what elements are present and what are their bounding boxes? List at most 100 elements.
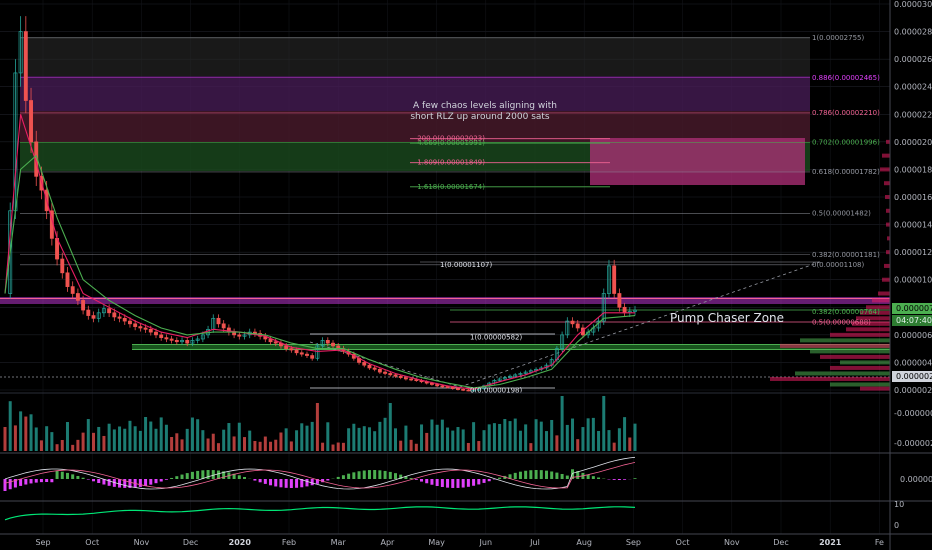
chaos-label-3: 1.618(0.00001674) — [417, 183, 485, 191]
osc-bar-114 — [597, 477, 601, 479]
candle-body-77[interactable] — [403, 377, 408, 380]
volume-bar-54 — [284, 428, 288, 451]
osc-bar-27 — [144, 479, 148, 486]
candle-body-31[interactable] — [164, 337, 169, 340]
candle-body-11[interactable] — [60, 258, 65, 274]
volume-bar-76 — [399, 440, 403, 451]
vprofile-bar-23 — [840, 360, 890, 365]
candle-body-63[interactable] — [331, 342, 335, 347]
candle-body-78[interactable] — [409, 378, 414, 381]
candle-body-117[interactable] — [612, 265, 617, 294]
volume-bar-65 — [341, 442, 345, 451]
candle-body-20[interactable] — [107, 308, 112, 314]
time-axis-label-12: Sep — [626, 538, 641, 547]
volume-bar-50 — [263, 436, 267, 451]
chaos-note-line2: short RLZ up around 2000 sats — [410, 112, 550, 122]
volume-bar-107 — [560, 396, 564, 451]
candle-body-62[interactable] — [325, 340, 330, 344]
volume-bar-28 — [149, 421, 153, 451]
candle-body-118[interactable] — [617, 293, 622, 308]
volume-bar-108 — [565, 424, 569, 451]
candle-body-35[interactable] — [185, 340, 190, 344]
price-axis-tick-3: 0.00002400 — [894, 83, 932, 92]
time-axis-label-15: Dec — [773, 538, 788, 547]
candle-body-76[interactable] — [398, 375, 403, 378]
candle-body-52[interactable] — [273, 341, 278, 344]
candle-body-87[interactable] — [456, 388, 460, 390]
volume-bar-21 — [112, 429, 116, 451]
candle-body-74[interactable] — [388, 373, 393, 376]
price-axis-tick-4: 0.00002200 — [894, 110, 932, 119]
price-chart[interactable]: 1(0.00002755) 0.886(0.00002465) 0.786(0.00… — [0, 0, 932, 550]
candle-body-119[interactable] — [622, 306, 627, 314]
candle-body-32[interactable] — [169, 338, 174, 341]
candle-body-110[interactable] — [575, 323, 580, 329]
candle-body-109[interactable] — [570, 320, 575, 325]
price-axis[interactable]: 0.00003000 0.00002800 0.00002600 0.00002400… — [894, 0, 932, 395]
candle-body-55[interactable] — [289, 348, 294, 351]
candle-body-72[interactable] — [377, 368, 382, 373]
candle-body-5[interactable] — [29, 100, 33, 143]
candle-body-88[interactable] — [461, 388, 466, 391]
candle-body-24[interactable] — [128, 320, 132, 325]
candle-body-59[interactable] — [310, 355, 315, 359]
candle-body-57[interactable] — [299, 352, 304, 355]
osc-bar-86 — [451, 479, 455, 488]
time-axis-label-3: Dec — [183, 538, 198, 547]
candle-body-58[interactable] — [305, 353, 309, 356]
candle-body-30[interactable] — [159, 334, 164, 338]
candle-body-16[interactable] — [86, 309, 91, 316]
volume-bar-16 — [86, 419, 90, 451]
candle-body-21[interactable] — [112, 312, 117, 318]
candle-body-79[interactable] — [414, 379, 419, 382]
candle-body-33[interactable] — [174, 340, 179, 343]
candle-body-75[interactable] — [393, 374, 398, 377]
vprofile-bar-27 — [830, 382, 890, 387]
candle-body-12[interactable] — [65, 272, 70, 287]
candle-body-54[interactable] — [284, 345, 289, 349]
vprofile-bar-3 — [884, 181, 890, 186]
volume-bar-71 — [373, 431, 377, 451]
osc-bar-48 — [253, 479, 257, 481]
candle-body-73[interactable] — [383, 371, 388, 374]
price-axis-tick-9: 0.00001200 — [894, 248, 932, 257]
candle-body-69[interactable] — [362, 362, 367, 366]
candle-body-14[interactable] — [75, 293, 80, 301]
candle-body-84[interactable] — [440, 385, 445, 388]
candle-body-13[interactable] — [70, 286, 75, 294]
candle-body-22[interactable] — [117, 316, 122, 319]
volume-bar-49 — [258, 441, 262, 451]
volume-bar-22 — [118, 426, 122, 451]
vprofile-bar-4 — [885, 195, 890, 199]
vprofile-bar-21 — [810, 349, 890, 354]
osc-bar-73 — [383, 470, 387, 479]
price-axis-tick-12: 0.00000600 — [894, 331, 932, 340]
candle-body-56[interactable] — [294, 349, 299, 354]
candle-body-28[interactable] — [148, 328, 153, 333]
volume-bar-11 — [60, 439, 64, 451]
osc-bar-107 — [560, 473, 564, 479]
vprofile-bar-6 — [886, 222, 890, 227]
candle-body-26[interactable] — [138, 326, 143, 329]
candle-body-4[interactable] — [23, 31, 28, 101]
volume-bar-26 — [138, 430, 142, 451]
candle-body-23[interactable] — [122, 317, 127, 322]
candle-body-27[interactable] — [143, 327, 148, 330]
candle-body-42[interactable] — [221, 323, 226, 329]
candle-body-86[interactable] — [450, 386, 455, 389]
candle-body-45[interactable] — [237, 334, 242, 337]
candle-body-25[interactable] — [133, 323, 138, 327]
osc-bar-28 — [149, 479, 153, 485]
candle-body-15[interactable] — [81, 300, 86, 311]
candle-body-71[interactable] — [372, 367, 377, 370]
candle-body-83[interactable] — [435, 384, 440, 387]
rlz-short-box[interactable] — [590, 138, 805, 185]
candle-body-85[interactable] — [445, 386, 450, 388]
osc-bar-106 — [555, 472, 559, 479]
osc-bar-88 — [461, 479, 465, 488]
candle-body-29[interactable] — [154, 331, 158, 336]
candle-body-17[interactable] — [91, 315, 96, 319]
candle-body-70[interactable] — [367, 364, 372, 369]
volume-bar-74 — [388, 403, 392, 451]
candle-body-41[interactable] — [216, 317, 221, 325]
